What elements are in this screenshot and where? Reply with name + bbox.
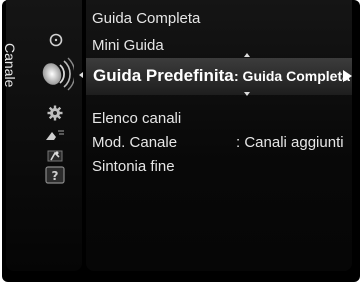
mod-canale-value: : Canali aggiunti xyxy=(236,134,344,151)
svg-text:?: ? xyxy=(52,169,59,183)
selected-arrow-icon xyxy=(79,72,83,78)
right-arrow-icon xyxy=(343,70,352,82)
setup-icon[interactable] xyxy=(46,148,64,164)
menu-item-sintonia-fine[interactable]: Sintonia fine xyxy=(92,158,175,175)
menu-item-mini-guida[interactable]: Mini Guida xyxy=(92,37,164,54)
selected-item-value: : Guida Completa xyxy=(234,68,350,84)
clock-icon[interactable] xyxy=(48,32,64,48)
category-label: Canale xyxy=(2,43,18,88)
help-icon[interactable]: ? xyxy=(45,166,65,184)
input-icon[interactable] xyxy=(44,127,66,143)
menu-item-mod-canale[interactable]: Mod. Canale xyxy=(92,134,177,151)
menu-item-elenco-canali[interactable]: Elenco canali xyxy=(92,110,181,127)
selected-item-label: Guida Predefinita xyxy=(93,66,234,85)
gear-icon[interactable] xyxy=(46,104,64,122)
down-arrow-icon xyxy=(244,92,250,96)
up-arrow-icon xyxy=(244,53,250,57)
antenna-icon[interactable] xyxy=(38,56,74,92)
menu-item-guida-completa[interactable]: Guida Completa xyxy=(92,10,200,27)
